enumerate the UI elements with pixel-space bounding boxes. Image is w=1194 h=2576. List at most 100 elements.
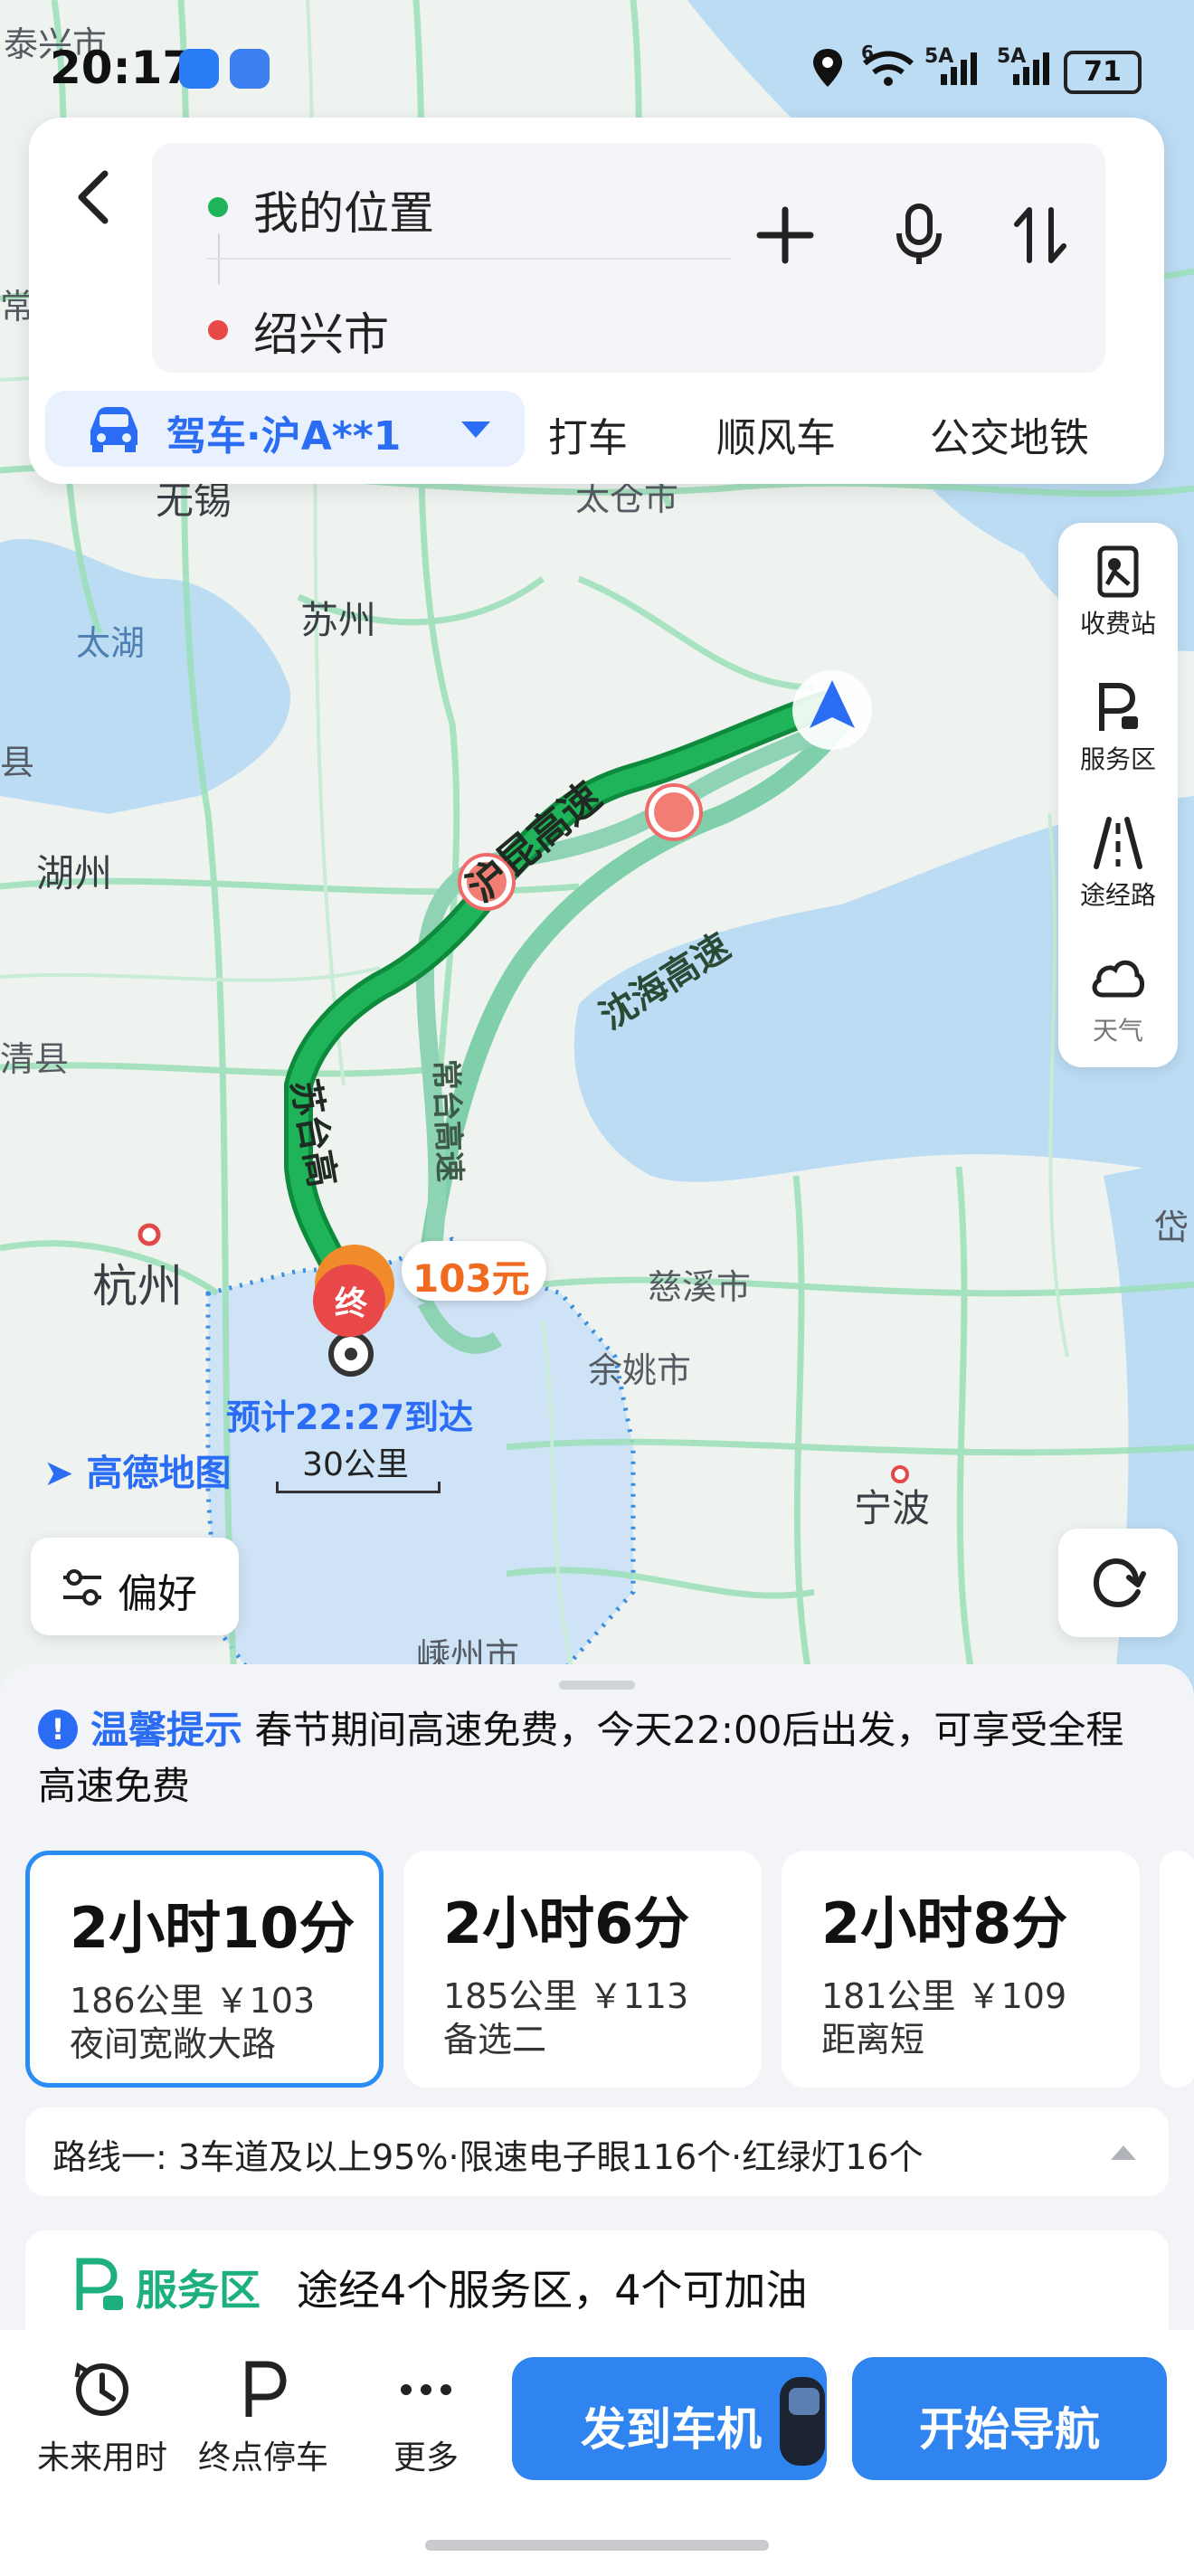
map-place-label: 清县 (0, 1039, 70, 1079)
tool-service-area[interactable]: 服务区 (1058, 680, 1178, 776)
route-time: 2小时10分 (70, 1895, 355, 1961)
route-tag: 距离短 (821, 2020, 925, 2060)
send-to-car-label: 发到车机 (581, 2403, 762, 2456)
back-arrow-icon[interactable] (60, 161, 132, 233)
signal-icon (941, 52, 977, 85)
preference-button[interactable]: 偏好 (31, 1538, 239, 1635)
route-distance-cost: 186公里 ￥103 (70, 1981, 316, 2021)
road-label: 常台高速 (427, 1058, 468, 1183)
amap-logo-text: 高德地图 (86, 1453, 232, 1494)
route-time: 2小时8分 (821, 1890, 1068, 1956)
tab-carpool[interactable]: 顺风车 (716, 405, 836, 463)
transport-mode-tabs: 驾车·沪A**1 打车 顺风车 公交地铁 (45, 391, 1149, 467)
cloud-icon (1092, 960, 1144, 998)
plus-icon (756, 206, 814, 264)
car-device-icon (780, 2377, 825, 2466)
route-option-2[interactable]: 2小时6分 185公里 ￥113 备选二 (403, 1851, 762, 2088)
service-area-icon (1099, 683, 1138, 731)
scale-label: 30公里 (302, 1446, 409, 1483)
route-distance-cost: 185公里 ￥113 (443, 1976, 689, 2016)
map-place-label: 宁波 (854, 1486, 931, 1530)
tab-drive[interactable]: 驾车·沪A**1 (45, 391, 525, 467)
origin-dot (208, 197, 228, 217)
toll-station-icon (1097, 545, 1139, 598)
chevron-up-icon (1111, 2145, 1136, 2160)
amap-logo: ➤ 高德地图 (43, 1444, 231, 1496)
tip-title: 温馨提示 (90, 1708, 243, 1752)
tool-label: 收费站 (1079, 609, 1156, 639)
tool-toll-station[interactable]: 收费站 (1058, 545, 1178, 640)
tab-taxi[interactable]: 打车 (548, 405, 628, 463)
end-parking-button[interactable]: 终点停车 (186, 2357, 340, 2478)
parking-icon (245, 2361, 287, 2417)
route-search-card: 我的位置 绍兴市 驾车·沪A**1 打车 顺风车 公交地铁 (29, 118, 1164, 484)
route-option-3[interactable]: 2小时8分 181公里 ￥109 距离短 (782, 1851, 1140, 2088)
status-time: 20:17 (50, 42, 194, 94)
add-waypoint-button[interactable] (749, 199, 821, 271)
route-tag: 备选二 (443, 2020, 547, 2060)
scale-bar (276, 1482, 441, 1493)
end-marker-label: 终 (334, 1285, 367, 1322)
clock-icon (74, 2362, 128, 2416)
route-road-icon (1094, 817, 1142, 869)
tip-banner: ! 温馨提示 春节期间高速免费，今天22:00后出发，可享受全程高速免费 (38, 1702, 1160, 1814)
map-tools-panel: 收费站 服务区 途经路 天气 (1058, 523, 1178, 1067)
route-input-group: 我的位置 绍兴市 (152, 143, 1105, 373)
destination-dot (208, 320, 228, 340)
eta-label: 预计22:27到达 (226, 1397, 473, 1437)
destination-field[interactable]: 绍兴市 (253, 298, 389, 364)
car-icon (90, 407, 137, 452)
route-option-peek[interactable] (1160, 1851, 1194, 2088)
route-time: 2小时6分 (443, 1890, 690, 1956)
chevron-down-icon (461, 421, 490, 438)
map-place-label: 太湖 (76, 623, 146, 663)
toll-price-tag[interactable]: 103元 (402, 1241, 546, 1301)
tab-drive-label: 驾车·沪A**1 (166, 413, 402, 459)
refresh-route-button[interactable] (1058, 1529, 1178, 1637)
map-place-label: 岱 (1154, 1208, 1189, 1247)
origin-field[interactable]: 我的位置 (253, 177, 434, 242)
map-app-icon (230, 49, 270, 89)
map-place-label: 余姚市 (588, 1350, 692, 1390)
toll-price: 103元 (412, 1256, 530, 1301)
wifi-label: 6 (861, 42, 874, 63)
swap-icon (1014, 207, 1066, 263)
input-divider (206, 258, 731, 260)
map-place-label: 杭州 (92, 1260, 183, 1312)
location-icon (813, 49, 842, 87)
signal-icon (1013, 52, 1049, 85)
route-info-text: 路线一: 3车道及以上95%·限速电子眼116个·红绿灯16个 (52, 2137, 924, 2177)
swap-route-button[interactable] (1004, 199, 1076, 271)
route-info-row[interactable]: 路线一: 3车道及以上95%·限速电子眼116个·红绿灯16个 (25, 2107, 1169, 2196)
tool-label: 途经路 (1079, 880, 1156, 910)
map-place-label: 慈溪市 (648, 1267, 752, 1307)
more-dots-icon (401, 2384, 451, 2395)
voice-input-button[interactable] (883, 199, 955, 271)
map-place-label: 苏州 (300, 598, 377, 642)
home-indicator[interactable] (425, 2540, 769, 2551)
service-area-title: 服务区 (136, 2266, 261, 2315)
send-to-car-button[interactable]: 发到车机 (512, 2357, 827, 2480)
start-navigation-label: 开始导航 (919, 2403, 1100, 2456)
end-parking-label: 终点停车 (197, 2439, 328, 2477)
more-label: 更多 (393, 2439, 459, 2477)
route-distance-cost: 181公里 ￥109 (821, 1976, 1067, 2016)
more-button[interactable]: 更多 (349, 2357, 503, 2478)
microphone-icon (896, 204, 942, 264)
panel-drag-handle[interactable] (559, 1681, 635, 1690)
service-area-icon (76, 2258, 123, 2310)
battery-indicator: 71 (1064, 51, 1142, 94)
future-time-label: 未来用时 (36, 2439, 167, 2477)
route-option-1[interactable]: 2小时10分 186公里 ￥103 夜间宽敞大路 (25, 1851, 384, 2088)
refresh-icon (1093, 1558, 1146, 1608)
start-navigation-button[interactable]: 开始导航 (852, 2357, 1167, 2480)
tool-route-road[interactable]: 途经路 (1058, 816, 1178, 912)
route-tag: 夜间宽敞大路 (70, 2024, 277, 2064)
tab-transit[interactable]: 公交地铁 (930, 405, 1089, 463)
map-place-label: 湖州 (36, 851, 113, 895)
preference-label: 偏好 (118, 1571, 197, 1617)
tool-weather[interactable]: 天气 (1058, 952, 1178, 1047)
tool-label: 服务区 (1079, 744, 1156, 774)
future-time-button[interactable]: 未来用时 (25, 2357, 179, 2478)
sliders-icon (63, 1569, 101, 1605)
